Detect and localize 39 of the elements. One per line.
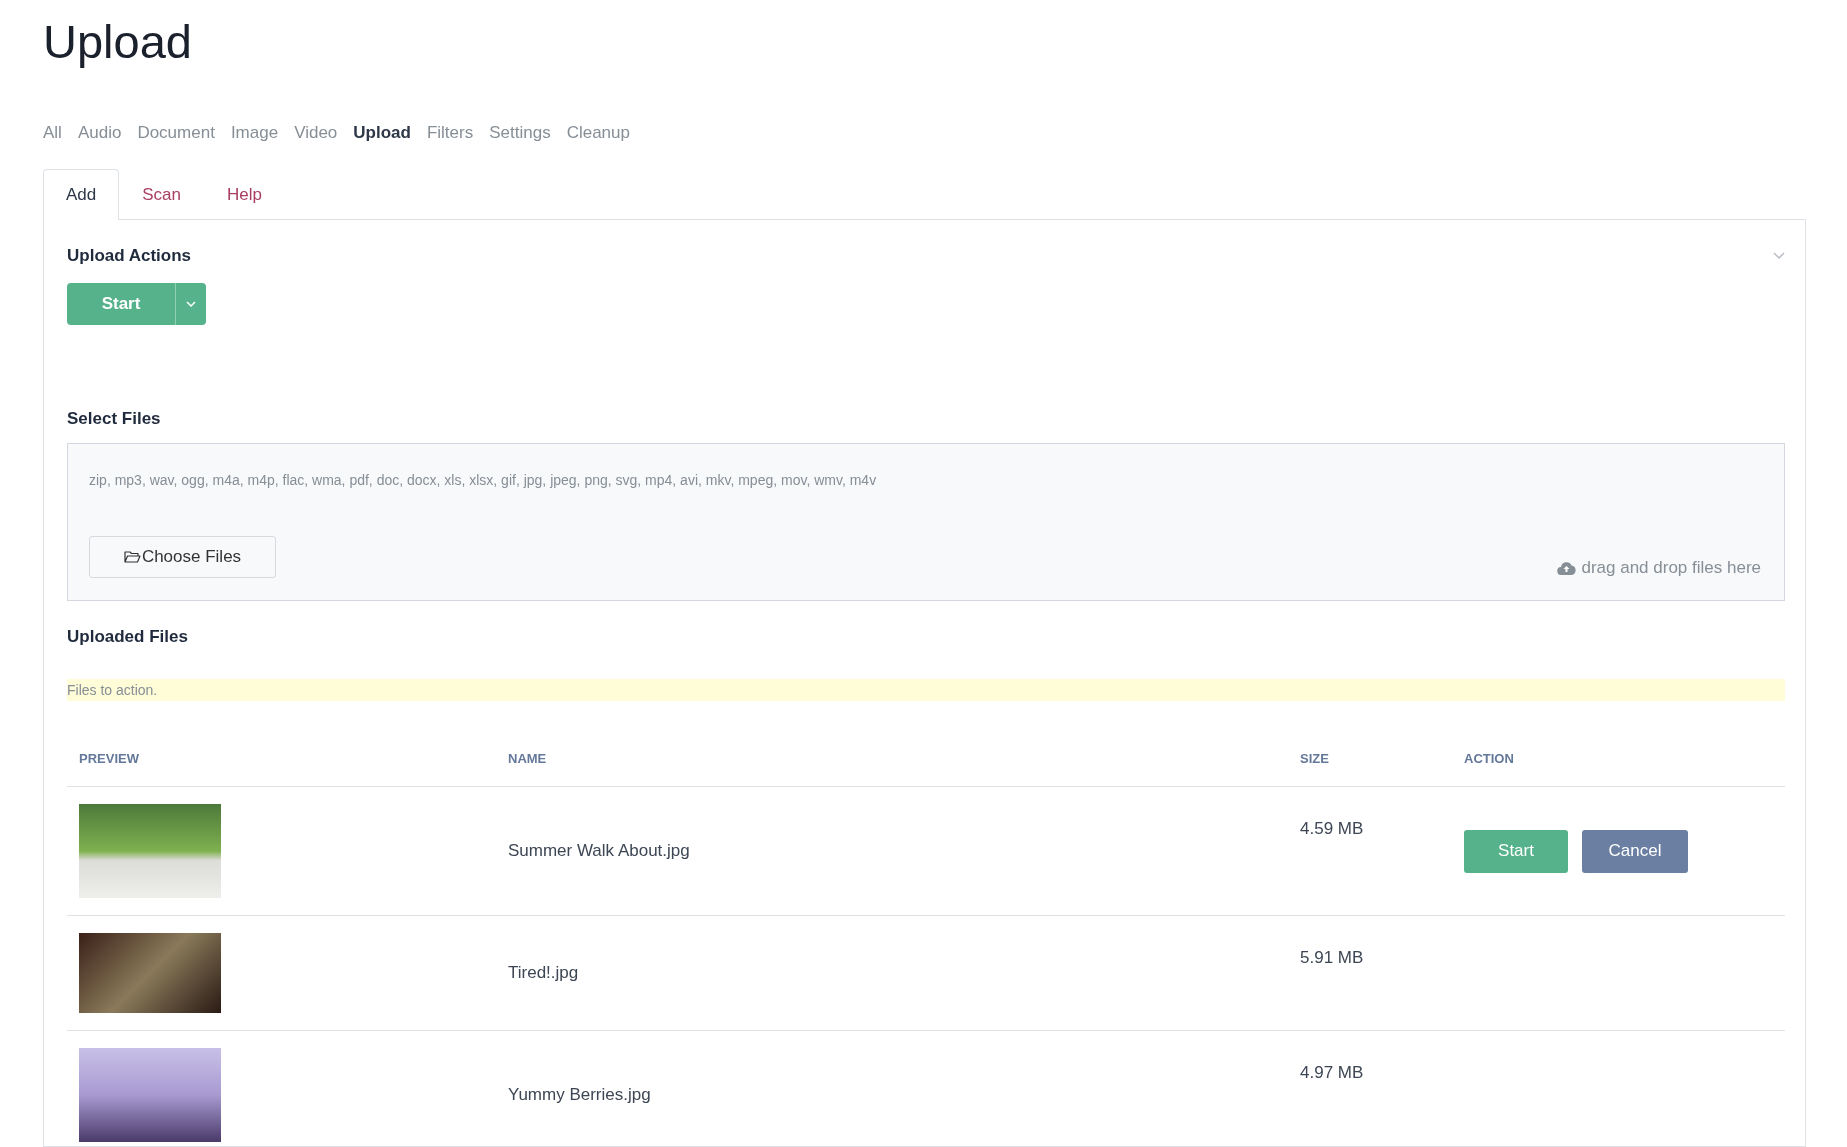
nav-link[interactable]: Cleanup — [566, 123, 630, 143]
section-heading: Uploaded Files — [67, 627, 189, 647]
tab[interactable]: Add — [43, 169, 120, 220]
dropdown-button[interactable] — [175, 283, 206, 325]
nav-link[interactable]: Video — [294, 123, 338, 143]
column-header: NAME — [496, 737, 1288, 787]
section-heading: Upload Actions — [67, 246, 192, 266]
nav-link[interactable]: Image — [230, 123, 279, 143]
notice-bar: Files to action. — [67, 679, 1785, 701]
nav-link[interactable]: Upload — [353, 123, 411, 143]
column-header: ACTION — [1452, 737, 1785, 787]
file-size: 5.91 MB — [1300, 948, 1364, 967]
tab[interactable]: Help — [204, 169, 285, 220]
caret-icon — [186, 301, 196, 307]
file-name: Summer Walk About.jpg — [508, 841, 690, 860]
start-button[interactable]: Start — [67, 283, 175, 325]
page-title: Upload — [43, 14, 193, 70]
nav-link[interactable]: All — [43, 123, 62, 143]
tab[interactable]: Scan — [119, 169, 204, 220]
drop-hint-text: drag and drop files here — [1581, 558, 1761, 578]
cloud-upload-icon — [1557, 561, 1577, 575]
file-name: Yummy Berries.jpg — [508, 1085, 651, 1104]
start-button[interactable]: Start — [1464, 829, 1568, 873]
section-heading: Select Files — [67, 409, 162, 429]
file-formats-text: zip, mp3, wav, ogg, m4a, m4p, flac, wma, pdf, doc, docx, xls, xlsx, gif, jpg, jpeg, png, svg, mp4, avi, mkv, mpeg, mov, wmv, m4v — [89, 472, 878, 488]
folder-icon — [123, 550, 141, 564]
nav-link[interactable]: Document — [137, 123, 215, 143]
nav-link[interactable]: Filters — [426, 123, 474, 143]
chevron-icon[interactable] — [1773, 252, 1785, 260]
column-header: SIZE — [1288, 737, 1452, 787]
file-size: 4.97 MB — [1300, 1063, 1364, 1082]
cancel-button[interactable]: Cancel — [1582, 829, 1688, 873]
nav-link[interactable]: Audio — [77, 123, 122, 143]
choose-files-button[interactable]: Choose Files — [89, 536, 276, 578]
file-size: 4.59 MB — [1300, 819, 1364, 838]
drop-zone[interactable]: zip, mp3, wav, ogg, m4a, m4p, flac, wma, pdf, doc, docx, xls, xlsx, gif, jpg, jpeg, png, svg, mp4, avi, mkv, mpeg, mov, wmv, m4v Choose Files drag and drop files here — [67, 443, 1785, 601]
nav-link[interactable]: Settings — [489, 123, 551, 143]
column-header: PREVIEW — [67, 737, 496, 787]
file-name: Tired!.jpg — [508, 963, 579, 982]
